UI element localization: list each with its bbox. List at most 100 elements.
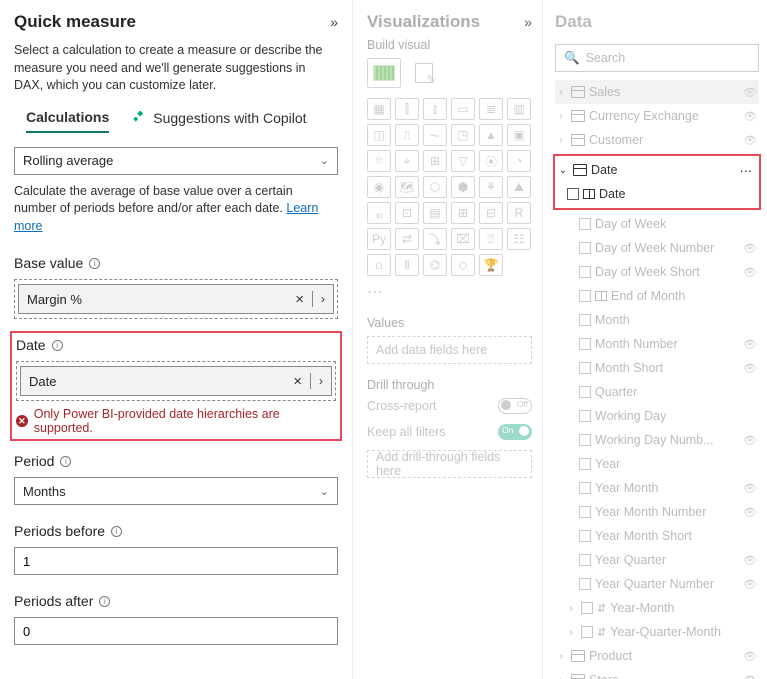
field-row[interactable]: Working Day Numb...👁 — [555, 428, 759, 452]
visual-type-button[interactable]: ⌖ — [395, 150, 419, 172]
checkbox[interactable] — [579, 482, 591, 494]
build-visual-mode-button[interactable] — [367, 58, 401, 88]
checkbox[interactable] — [579, 314, 591, 326]
field-row[interactable]: Month — [555, 308, 759, 332]
visual-type-button[interactable]: Py — [367, 228, 391, 250]
table-row-store[interactable]: › Store👁 — [555, 668, 759, 679]
checkbox[interactable] — [579, 362, 591, 374]
date-pill[interactable]: Date × › — [20, 366, 332, 396]
checkbox[interactable] — [579, 218, 591, 230]
checkbox[interactable] — [579, 410, 591, 422]
visual-type-button[interactable]: ☷ — [507, 228, 531, 250]
info-icon[interactable]: i — [111, 526, 122, 537]
field-row[interactable]: Working Day — [555, 404, 759, 428]
hierarchy-row[interactable]: › Year-Quarter-Month — [555, 620, 759, 644]
base-value-dropzone[interactable]: Margin % × › — [14, 279, 338, 319]
visual-type-button[interactable]: ⛰ — [507, 176, 531, 198]
info-icon[interactable]: i — [60, 456, 71, 467]
info-icon[interactable]: i — [99, 596, 110, 607]
visual-type-button[interactable]: ⍰ — [479, 228, 503, 250]
visual-type-button[interactable]: R — [507, 202, 531, 224]
visual-type-button[interactable]: ≣ — [479, 98, 503, 120]
periods-before-input[interactable] — [14, 547, 338, 575]
collapse-viz-icon[interactable]: » — [524, 14, 532, 30]
checkbox[interactable] — [579, 242, 591, 254]
checkbox[interactable] — [579, 386, 591, 398]
visual-type-button[interactable]: ▥ — [507, 98, 531, 120]
more-visuals-icon[interactable]: ⋯ — [367, 282, 532, 302]
visual-type-button[interactable]: ▣ — [507, 124, 531, 146]
visual-type-button[interactable]: ◔ — [507, 150, 531, 172]
field-row[interactable]: Month Short👁 — [555, 356, 759, 380]
info-icon[interactable]: i — [52, 340, 63, 351]
visual-type-button[interactable]: ⦿ — [479, 150, 503, 172]
date-dropzone[interactable]: Date × › — [16, 361, 336, 401]
visual-type-button[interactable]: ⤵ — [423, 228, 447, 250]
field-row[interactable]: Day of Week Short👁 — [555, 260, 759, 284]
checkbox[interactable] — [579, 458, 591, 470]
visual-type-button[interactable]: ⫾ — [423, 98, 447, 120]
visual-type-button[interactable]: ⬢ — [451, 176, 475, 198]
visual-type-button[interactable]: ◫ — [367, 124, 391, 146]
checkbox[interactable] — [579, 266, 591, 278]
visual-type-button[interactable]: ⌬ — [423, 254, 447, 276]
field-row[interactable]: Month Number👁 — [555, 332, 759, 356]
field-row[interactable]: Year — [555, 452, 759, 476]
field-row[interactable]: Day of Week — [555, 212, 759, 236]
visual-type-button[interactable]: ▤ — [423, 202, 447, 224]
base-value-pill[interactable]: Margin % × › — [18, 284, 334, 314]
cross-report-toggle[interactable]: Off — [498, 398, 532, 414]
visual-type-button[interactable]: ⯐ — [367, 150, 391, 172]
table-row-sales[interactable]: › Sales👁 — [555, 80, 759, 104]
visual-type-button[interactable]: ⊞ — [423, 150, 447, 172]
table-row-product[interactable]: › Product👁 — [555, 644, 759, 668]
checkbox[interactable] — [579, 290, 591, 302]
visual-type-button[interactable]: ◉ — [367, 176, 391, 198]
checkbox[interactable] — [579, 506, 591, 518]
visual-type-button[interactable]: ▭ — [451, 98, 475, 120]
visual-type-button[interactable]: 🗺 — [395, 176, 419, 198]
field-row[interactable]: Day of Week Number👁 — [555, 236, 759, 260]
visual-type-button[interactable]: ⇄ — [395, 228, 419, 250]
visual-type-button[interactable]: ⊞ — [451, 202, 475, 224]
table-row-customer[interactable]: › Customer👁 — [555, 128, 759, 152]
date-menu-icon[interactable]: › — [319, 374, 323, 388]
keep-all-filters-toggle[interactable]: On — [498, 424, 532, 440]
visual-type-button[interactable]: ⊟ — [479, 202, 503, 224]
visual-type-button[interactable]: ◳ — [451, 124, 475, 146]
tab-calculations[interactable]: Calculations — [26, 109, 109, 133]
checkbox[interactable] — [567, 188, 579, 200]
visual-type-button[interactable]: ⊡ — [395, 202, 419, 224]
visual-type-button[interactable]: ⚘ — [479, 176, 503, 198]
visual-type-button[interactable]: ▽ — [451, 150, 475, 172]
calculation-select[interactable]: Rolling average ⌄ — [14, 147, 338, 175]
drillthrough-dropzone[interactable]: Add drill-through fields here — [367, 450, 532, 478]
visual-type-button[interactable]: ⎍ — [395, 124, 419, 146]
visual-type-button[interactable]: ⫴ — [395, 254, 419, 276]
visual-type-button[interactable]: ⏨ — [367, 202, 391, 224]
hierarchy-row[interactable]: › Year-Month — [555, 596, 759, 620]
remove-date-icon[interactable]: × — [293, 373, 302, 390]
visual-type-button[interactable]: ⏦ — [423, 124, 447, 146]
format-visual-mode-button[interactable] — [407, 58, 441, 88]
base-value-menu-icon[interactable]: › — [321, 292, 325, 306]
visual-type-button[interactable]: ⩍ — [367, 254, 391, 276]
visual-type-button[interactable]: 🏆 — [479, 254, 503, 276]
checkbox[interactable] — [579, 338, 591, 350]
checkbox[interactable] — [579, 434, 591, 446]
visual-type-button[interactable]: ▦ — [367, 98, 391, 120]
field-row[interactable]: Year Month Number👁 — [555, 500, 759, 524]
checkbox[interactable] — [581, 602, 593, 614]
field-row[interactable]: End of Month — [555, 284, 759, 308]
info-icon[interactable]: i — [89, 258, 100, 269]
field-row[interactable]: Year Month Short — [555, 524, 759, 548]
visual-type-button[interactable]: ◇ — [451, 254, 475, 276]
checkbox[interactable] — [579, 554, 591, 566]
checkbox[interactable] — [581, 626, 593, 638]
checkbox[interactable] — [579, 578, 591, 590]
field-row-date[interactable]: Date — [557, 182, 757, 206]
field-row[interactable]: Year Quarter👁 — [555, 548, 759, 572]
visual-type-button[interactable]: ⫿ — [395, 98, 419, 120]
visual-type-button[interactable]: ▲ — [479, 124, 503, 146]
table-row-date[interactable]: ⌄ Date⋯ — [557, 158, 757, 182]
